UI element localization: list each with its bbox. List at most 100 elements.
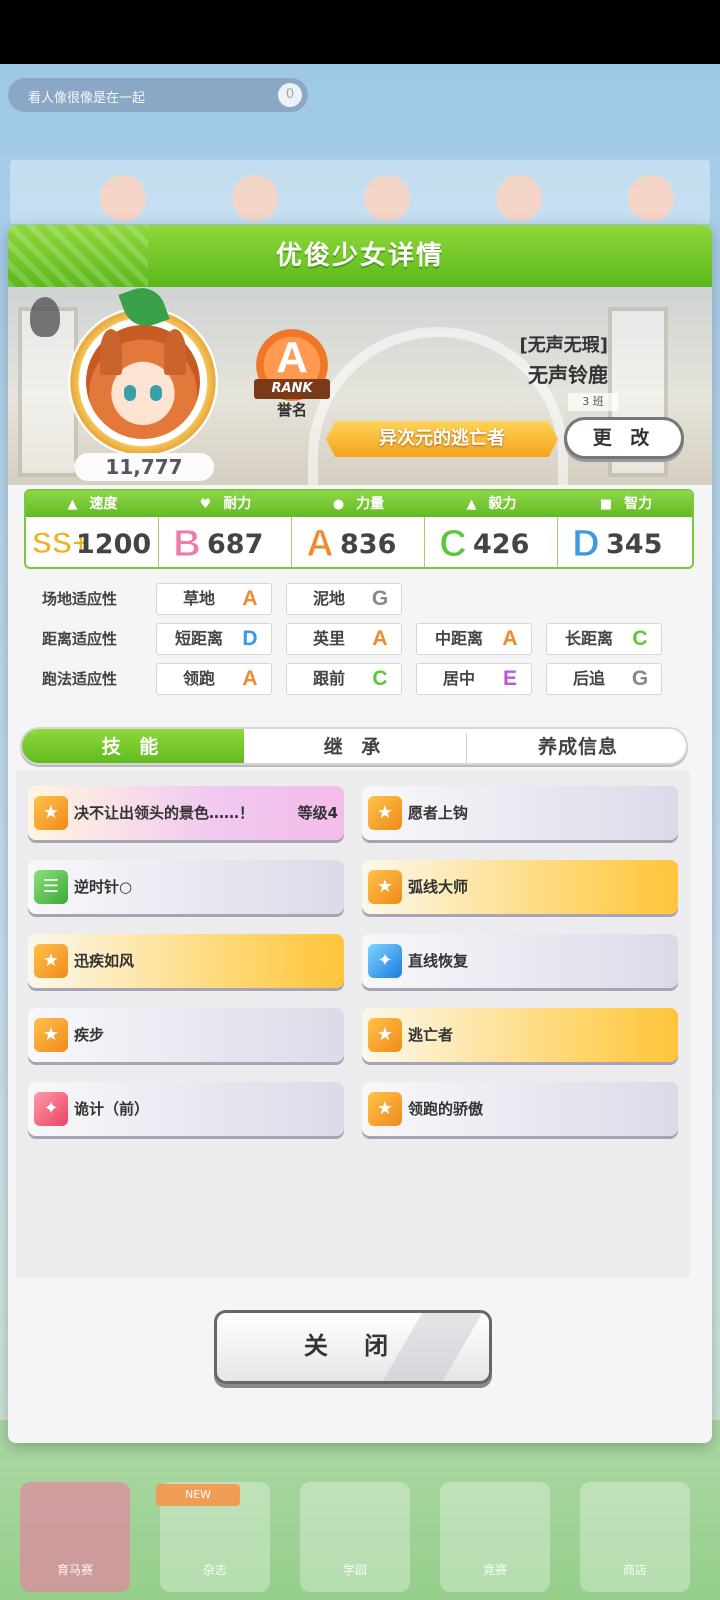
aptitude-grade: D (242, 627, 258, 650)
aptitude-label: 距离适应性 (42, 630, 118, 648)
detail-tabs: 技 能 继 承 养成信息 (20, 727, 688, 765)
skill-level: 等级4 (297, 804, 338, 822)
stat-name: 毅力 (488, 496, 517, 512)
background-nav-item: 学园 (300, 1460, 420, 1600)
background-title-button: 0 (278, 83, 302, 107)
background-avatar (364, 175, 410, 221)
aptitude-name: 短距离 (174, 629, 223, 648)
character-name: 无声铃鹿 (528, 363, 608, 387)
aptitude-grade: E (502, 667, 517, 690)
aptitude-item: 泥地 G (286, 583, 402, 615)
background-avatar (496, 175, 542, 221)
aptitude-item: 跟前 C (286, 663, 402, 695)
speed-skill-icon: ★ (368, 870, 402, 904)
character-epithet: [无声无瑕] (519, 335, 608, 356)
aptitude-name: 英里 (312, 629, 345, 648)
rank-ribbon: RANK (254, 379, 330, 399)
background-nav-label: 育马赛 (56, 1563, 93, 1577)
title-ribbon: 异次元的逃亡者 (326, 421, 558, 457)
rank-label: 誉名 (276, 401, 307, 419)
tab-skills[interactable]: 技 能 (22, 729, 244, 763)
skill-name: 逆时针○ (74, 878, 133, 896)
character-detail-dialog: 优俊少女详情 11,777 A RANK 誉名 [无声无瑕] 无声铃鹿 3 班 … (8, 225, 712, 1443)
dialog-title: 优俊少女详情 (275, 241, 444, 271)
skill-item[interactable]: ★ 决不让出领头的景色……！ 等级4 (28, 786, 344, 840)
change-title-button[interactable]: 更 改 (564, 417, 684, 459)
speed-skill-icon: ★ (368, 1092, 402, 1126)
aptitude-grade: G (631, 667, 649, 690)
skill-name: 迅疾如风 (74, 952, 135, 970)
aptitude-grade: A (242, 667, 258, 690)
dialog-header: 优俊少女详情 (8, 225, 712, 287)
background-nav-item: 竞赛 (440, 1460, 560, 1600)
status-bar (0, 0, 720, 64)
aptitude-item: 后追 G (546, 663, 662, 695)
aptitude-grade: A (242, 587, 258, 610)
background-nav-label: 学园 (342, 1563, 367, 1577)
background-avatar (628, 175, 674, 221)
stat-value: 836 (340, 529, 397, 560)
aptitude-grade: G (371, 587, 389, 610)
rank-letter: A (276, 333, 308, 382)
aptitude-name: 居中 (442, 669, 475, 688)
aptitude-item: 短距离 D (156, 623, 272, 655)
stat-grade: A (306, 523, 334, 566)
skill-item[interactable]: ★ 愿者上钩 (362, 786, 678, 840)
stats-panel: ▲ 速度 SS+ 1200 ♥ 耐力 B 687 ● 力量 A 836 ▲ 毅力 C 4… (24, 489, 694, 569)
aptitude-name: 草地 (182, 589, 215, 608)
stat-grade: C (439, 523, 467, 566)
background-avatar (100, 175, 146, 221)
stat-value: 426 (473, 529, 530, 560)
skill-item[interactable]: ★ 逃亡者 (362, 1008, 678, 1062)
close-button-label: 关 闭 (303, 1332, 403, 1360)
aptitude-name: 泥地 (312, 589, 345, 608)
background-nav-label: 杂志 (202, 1563, 227, 1577)
aptitude-item: 中距离 A (416, 623, 532, 655)
speed-skill-icon: ★ (34, 796, 68, 830)
speed-skill-icon: ★ (368, 1018, 402, 1052)
aptitude-item: 领跑 A (156, 663, 272, 695)
heart-icon: ♥ (199, 497, 212, 512)
aptitude-item: 草地 A (156, 583, 272, 615)
background-nav-item: 育马赛 (20, 1460, 140, 1600)
skill-item[interactable]: ★ 弧线大师 (362, 860, 678, 914)
stat-header-speed: ▲ 速度 (26, 491, 159, 517)
aptitude-grade: C (372, 667, 388, 690)
skill-name: 疾步 (74, 1026, 105, 1044)
skill-item[interactable]: ★ 迅疾如风 (28, 934, 344, 988)
speed-skill-icon: ★ (368, 796, 402, 830)
skill-name: 逃亡者 (408, 1026, 454, 1044)
aptitude-grade: A (372, 627, 388, 650)
skill-item[interactable]: ✦ 诡计（前） (28, 1082, 344, 1136)
distance-aptitude-row: 距离适应性 短距离 D 英里 A 中距离 A 长距离 C (8, 623, 712, 655)
aptitude-name: 长距离 (564, 629, 613, 648)
speed-skill-icon: ★ (34, 1018, 68, 1052)
skill-name: 领跑的骄傲 (408, 1100, 484, 1118)
surface-aptitude-row: 场地适应性 草地 A 泥地 G (8, 583, 712, 615)
background-new-badge: NEW (156, 1484, 240, 1506)
aptitude-name: 领跑 (182, 669, 215, 688)
tab-training-info[interactable]: 养成信息 (466, 729, 686, 763)
close-button[interactable]: 关 闭 (214, 1310, 492, 1384)
stat-header-wisdom: ■ 智力 (558, 491, 692, 517)
stat-value: 1200 (76, 529, 152, 560)
class-tag: 3 班 (568, 393, 618, 411)
skill-item[interactable]: ★ 疾步 (28, 1008, 344, 1062)
skill-item[interactable]: ☰ 逆时针○ (28, 860, 344, 914)
background-avatar (232, 175, 278, 221)
skill-item[interactable]: ✦ 直线恢复 (362, 934, 678, 988)
skill-item[interactable]: ★ 领跑的骄傲 (362, 1082, 678, 1136)
speed-skill-icon: ★ (34, 944, 68, 978)
stat-header-power: ● 力量 (292, 491, 425, 517)
mascot-icon (30, 297, 60, 337)
stat-name: 力量 (356, 496, 385, 512)
tab-inheritance[interactable]: 继 承 (244, 729, 466, 763)
stat-header-guts: ▲ 毅力 (425, 491, 558, 517)
flame-icon: ▲ (466, 497, 477, 512)
background-nav-item: 商店 (580, 1460, 700, 1600)
stat-header-stamina: ♥ 耐力 (159, 491, 292, 517)
muscle-icon: ● (332, 497, 345, 512)
profile-section: 11,777 A RANK 誉名 [无声无瑕] 无声铃鹿 3 班 异次元的逃亡者… (8, 287, 712, 485)
background-nav-item: 杂志 (160, 1460, 280, 1600)
aptitude-item: 居中 E (416, 663, 532, 695)
